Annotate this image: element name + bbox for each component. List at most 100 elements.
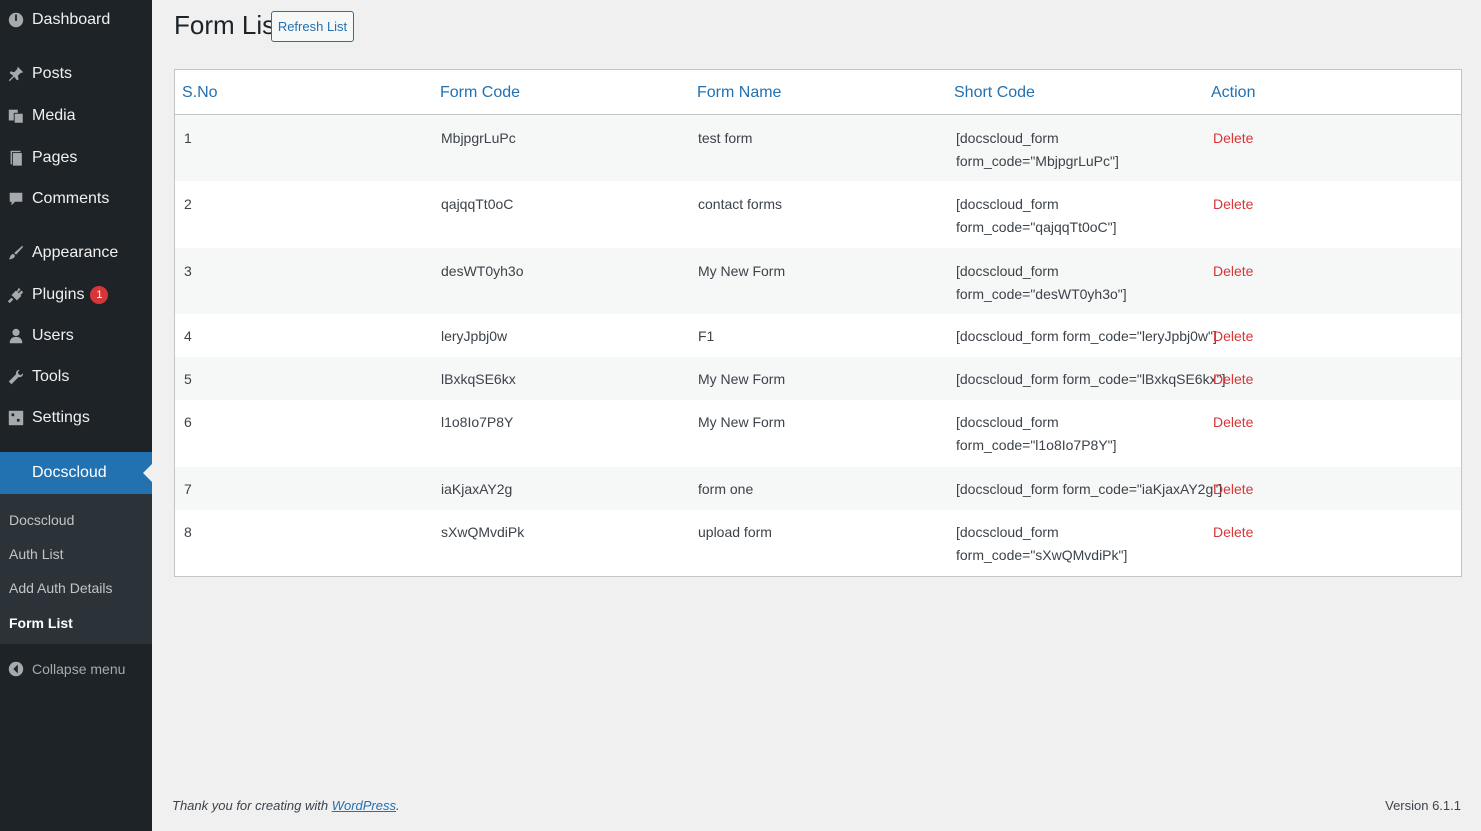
cell-form-name: My New Form <box>698 263 786 279</box>
menu-label: Media <box>32 107 76 124</box>
admin-sidebar: Dashboard Posts Media Pages Comments App… <box>0 0 152 831</box>
cell-sno: 8 <box>184 524 192 540</box>
form-list-table: S.No Form Code Form Name Short Code Acti… <box>174 69 1462 577</box>
docscloud-submenu: Docscloud Auth List Add Auth Details For… <box>0 494 152 644</box>
footer-period: . <box>396 798 400 813</box>
column-header-form-code[interactable]: Form Code <box>440 84 520 102</box>
table-row: 8 sXwQMvdiPk upload form [docscloud_form… <box>175 510 1461 576</box>
cell-short-code-line2: form_code="MbjpgrLuPc"] <box>956 153 1119 169</box>
column-header-sno[interactable]: S.No <box>182 84 218 102</box>
menu-label: Tools <box>32 368 70 385</box>
page-title: Form List <box>174 10 283 40</box>
cell-form-code: qajqqTt0oC <box>441 196 514 212</box>
cell-short-code: [docscloud_form form_code="iaKjaxAY2g"] <box>956 481 1223 497</box>
delete-link[interactable]: Delete <box>1213 127 1253 150</box>
delete-link[interactable]: Delete <box>1213 193 1253 216</box>
brush-icon <box>0 244 32 262</box>
cell-short-code-line2: form_code="l1o8Io7P8Y"] <box>956 437 1117 453</box>
cell-sno: 4 <box>184 328 192 344</box>
delete-link[interactable]: Delete <box>1213 325 1253 348</box>
menu-docscloud[interactable]: Docscloud <box>0 452 152 494</box>
menu-label: Pages <box>32 149 78 166</box>
active-arrow-indicator <box>143 464 152 482</box>
menu-settings[interactable]: Settings <box>0 400 152 436</box>
media-icon <box>0 107 32 125</box>
cell-sno: 6 <box>184 414 192 430</box>
collapse-menu-button[interactable]: Collapse menu <box>0 651 152 687</box>
cell-short-code-line2: form_code="qajqqTt0oC"] <box>956 219 1117 235</box>
cell-form-code: sXwQMvdiPk <box>441 524 525 540</box>
update-count-badge: 1 <box>90 286 109 304</box>
menu-comments[interactable]: Comments <box>0 181 152 217</box>
menu-label: Appearance <box>32 244 119 261</box>
cell-form-code: lBxkqSE6kx <box>441 371 516 387</box>
cell-sno: 5 <box>184 371 192 387</box>
dashboard-icon <box>0 11 32 29</box>
cell-short-code-line1: [docscloud_form <box>956 263 1059 279</box>
footer-thanks-text: Thank you for creating with <box>172 798 332 813</box>
column-header-action[interactable]: Action <box>1211 84 1255 102</box>
cell-form-name: F1 <box>698 328 715 344</box>
menu-users[interactable]: Users <box>0 318 152 354</box>
cell-sno: 7 <box>184 481 192 497</box>
delete-link[interactable]: Delete <box>1213 368 1253 391</box>
cell-form-code: leryJpbj0w <box>441 328 508 344</box>
submenu-auth-list[interactable]: Auth List <box>9 546 63 562</box>
pin-icon <box>0 65 32 83</box>
menu-dashboard[interactable]: Dashboard <box>0 2 152 38</box>
cell-form-name: test form <box>698 130 753 146</box>
table-row: 6 l1o8Io7P8Y My New Form [docscloud_form… <box>175 400 1461 467</box>
user-icon <box>0 327 32 345</box>
cell-form-name: My New Form <box>698 371 786 387</box>
cell-form-name: upload form <box>698 524 772 540</box>
menu-appearance[interactable]: Appearance <box>0 235 152 271</box>
cell-form-code: desWT0yh3o <box>441 263 524 279</box>
table-row: 2 qajqqTt0oC contact forms [docscloud_fo… <box>175 181 1461 248</box>
wordpress-link[interactable]: WordPress <box>332 798 396 813</box>
menu-label: Comments <box>32 190 110 207</box>
cell-short-code-line1: [docscloud_form <box>956 196 1059 212</box>
delete-link[interactable]: Delete <box>1213 411 1253 434</box>
cell-short-code-line2: form_code="desWT0yh3o"] <box>956 286 1127 302</box>
table-row: 4 leryJpbj0w F1 [docscloud_form form_cod… <box>175 314 1461 357</box>
table-row: 3 desWT0yh3o My New Form [docscloud_form… <box>175 248 1461 314</box>
menu-posts[interactable]: Posts <box>0 56 152 92</box>
menu-tools[interactable]: Tools <box>0 359 152 395</box>
submenu-form-list[interactable]: Form List <box>9 615 73 631</box>
cell-form-code: MbjpgrLuPc <box>441 130 516 146</box>
cell-short-code: [docscloud_form form_code="lBxkqSE6kx"] <box>956 371 1226 387</box>
comment-icon <box>0 190 32 208</box>
cell-sno: 2 <box>184 196 192 212</box>
cell-form-name: form one <box>698 481 754 497</box>
table-row: 5 lBxkqSE6kx My New Form [docscloud_form… <box>175 357 1461 400</box>
column-header-short-code[interactable]: Short Code <box>954 84 1035 102</box>
menu-plugins[interactable]: Plugins 1 <box>0 277 152 313</box>
cell-sno: 3 <box>184 263 192 279</box>
cell-form-code: l1o8Io7P8Y <box>441 414 514 430</box>
menu-label: Settings <box>32 409 90 426</box>
cell-form-name: contact forms <box>698 196 783 212</box>
refresh-list-button[interactable]: Refresh List <box>271 11 354 42</box>
submenu-add-auth-details[interactable]: Add Auth Details <box>9 580 113 596</box>
collapse-arrow-icon <box>0 660 32 678</box>
wrench-icon <box>0 368 32 386</box>
cell-form-code: iaKjaxAY2g <box>441 481 513 497</box>
delete-link[interactable]: Delete <box>1213 521 1253 544</box>
footer-thanks: Thank you for creating with WordPress. <box>172 798 400 813</box>
column-header-form-name[interactable]: Form Name <box>697 84 781 102</box>
menu-label: Posts <box>32 65 73 82</box>
submenu-docscloud[interactable]: Docscloud <box>9 512 74 528</box>
menu-media[interactable]: Media <box>0 98 152 134</box>
menu-label: Docscloud <box>32 464 107 481</box>
delete-link[interactable]: Delete <box>1213 260 1253 283</box>
table-row: 7 iaKjaxAY2g form one [docscloud_form fo… <box>175 467 1461 510</box>
cell-short-code-line1: [docscloud_form <box>956 130 1059 146</box>
menu-label: Users <box>32 327 74 344</box>
plug-icon <box>0 286 32 304</box>
cell-form-name: My New Form <box>698 414 786 430</box>
cell-sno: 1 <box>184 130 192 146</box>
cell-short-code: [docscloud_form form_code="leryJpbj0w"] <box>956 328 1217 344</box>
cell-short-code-line1: [docscloud_form <box>956 524 1059 540</box>
menu-pages[interactable]: Pages <box>0 140 152 176</box>
delete-link[interactable]: Delete <box>1213 478 1253 501</box>
